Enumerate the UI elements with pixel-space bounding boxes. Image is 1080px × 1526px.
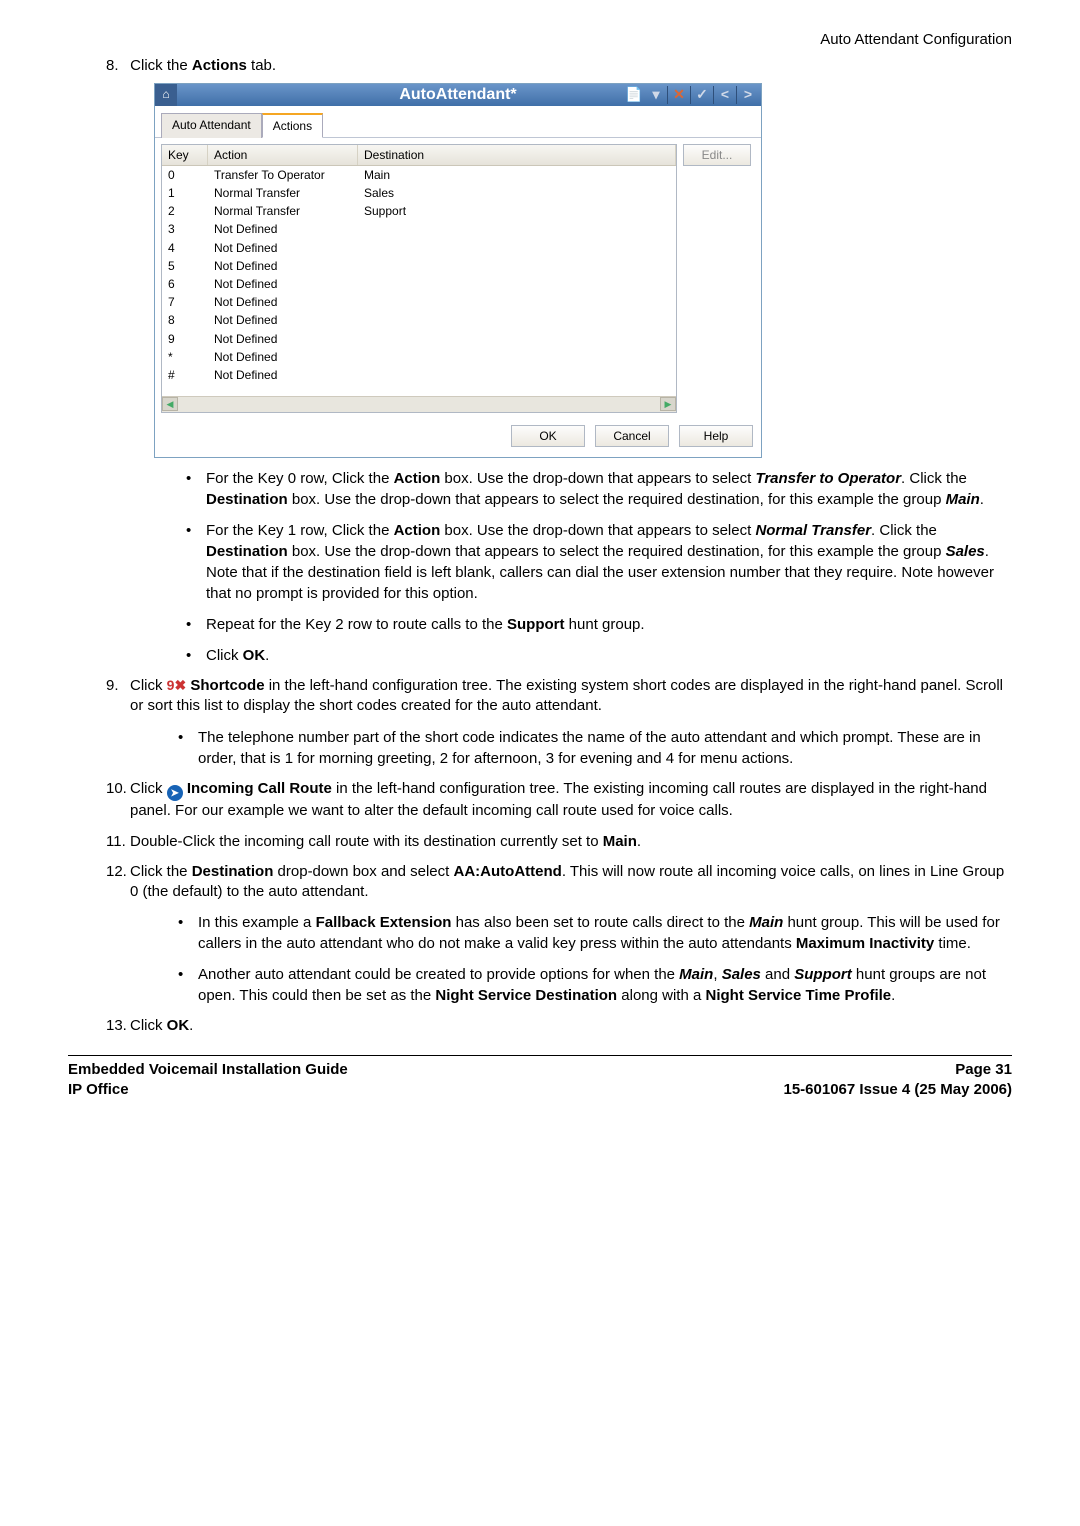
- table-row: 6Not Defined: [162, 275, 676, 293]
- table-row: 0Transfer To OperatorMain: [162, 166, 676, 184]
- table-row: 7Not Defined: [162, 293, 676, 311]
- table-row: 1Normal TransferSales: [162, 184, 676, 202]
- bullet-key1: For the Key 1 row, Click the Action box.…: [186, 520, 1012, 604]
- prev-icon[interactable]: <: [714, 85, 736, 105]
- bullet-night-service: Another auto attendant could be created …: [178, 964, 1012, 1006]
- bullet-key2: Repeat for the Key 2 row to route calls …: [186, 614, 1012, 635]
- cancel-button[interactable]: Cancel: [595, 425, 669, 447]
- tab-actions[interactable]: Actions: [262, 113, 323, 138]
- table-row: 9Not Defined: [162, 330, 676, 348]
- title-buttons: 📄 ▾ ✕ ✓ < >: [623, 84, 759, 106]
- col-destination[interactable]: Destination: [358, 145, 676, 165]
- table-row: 2Normal TransferSupport: [162, 202, 676, 220]
- bullet-fallback: In this example a Fallback Extension has…: [178, 912, 1012, 954]
- table-row: #Not Defined: [162, 366, 676, 384]
- close-icon[interactable]: ✕: [668, 85, 690, 105]
- bullet-click-ok: Click OK.: [186, 645, 1012, 666]
- table-body[interactable]: 0Transfer To OperatorMain 1Normal Transf…: [162, 166, 676, 396]
- footer-row-2: IP Office 15-601067 Issue 4 (25 May 2006…: [68, 1080, 1012, 1100]
- incoming-call-route-icon: ➤: [167, 785, 183, 801]
- step-8: 8. Click the Actions tab.: [106, 56, 1012, 76]
- page-header-right: Auto Attendant Configuration: [68, 30, 1012, 50]
- ok-icon[interactable]: ✓: [691, 85, 713, 105]
- autoattendant-window: ⌂ AutoAttendant* 📄 ▾ ✕ ✓ < > Auto Attend…: [154, 83, 762, 459]
- col-action[interactable]: Action: [208, 145, 358, 165]
- help-button[interactable]: Help: [679, 425, 753, 447]
- title-bar: ⌂ AutoAttendant* 📄 ▾ ✕ ✓ < >: [155, 84, 761, 106]
- step-10: 10. Click ➤ Incoming Call Route in the l…: [106, 779, 1012, 822]
- col-key[interactable]: Key: [162, 145, 208, 165]
- table-row: 5Not Defined: [162, 257, 676, 275]
- tab-bar: Auto Attendant Actions: [155, 106, 761, 138]
- footer-separator: [68, 1055, 1012, 1056]
- new-button-icon[interactable]: 📄: [623, 85, 645, 105]
- tab-auto-attendant[interactable]: Auto Attendant: [161, 113, 262, 138]
- h-scrollbar[interactable]: ◀ ▶: [162, 396, 676, 412]
- table-row: *Not Defined: [162, 348, 676, 366]
- dialog-footer: OK Cancel Help: [155, 419, 761, 457]
- dropdown-icon[interactable]: ▾: [645, 85, 667, 105]
- table-row: 4Not Defined: [162, 239, 676, 257]
- table-row: 8Not Defined: [162, 311, 676, 329]
- ok-button[interactable]: OK: [511, 425, 585, 447]
- table-row: 3Not Defined: [162, 220, 676, 238]
- step-9: 9. Click 9✖ Shortcode in the left-hand c…: [106, 676, 1012, 769]
- bullet-key0: For the Key 0 row, Click the Action box.…: [186, 468, 1012, 510]
- step-11: 11. Double-Click the incoming call route…: [106, 832, 1012, 852]
- edit-button[interactable]: Edit...: [683, 144, 751, 166]
- bullet-shortcode-info: The telephone number part of the short c…: [178, 727, 1012, 769]
- next-icon[interactable]: >: [737, 85, 759, 105]
- step-13: 13. Click OK.: [106, 1016, 1012, 1036]
- shortcode-icon: 9✖: [167, 677, 187, 693]
- scroll-left-icon[interactable]: ◀: [162, 397, 178, 411]
- scroll-right-icon[interactable]: ▶: [660, 397, 676, 411]
- step-12: 12. Click the Destination drop-down box …: [106, 862, 1012, 1007]
- footer-row-1: Embedded Voicemail Installation Guide Pa…: [68, 1060, 1012, 1080]
- actions-table[interactable]: Key Action Destination 0Transfer To Oper…: [161, 144, 677, 413]
- table-header: Key Action Destination: [162, 145, 676, 166]
